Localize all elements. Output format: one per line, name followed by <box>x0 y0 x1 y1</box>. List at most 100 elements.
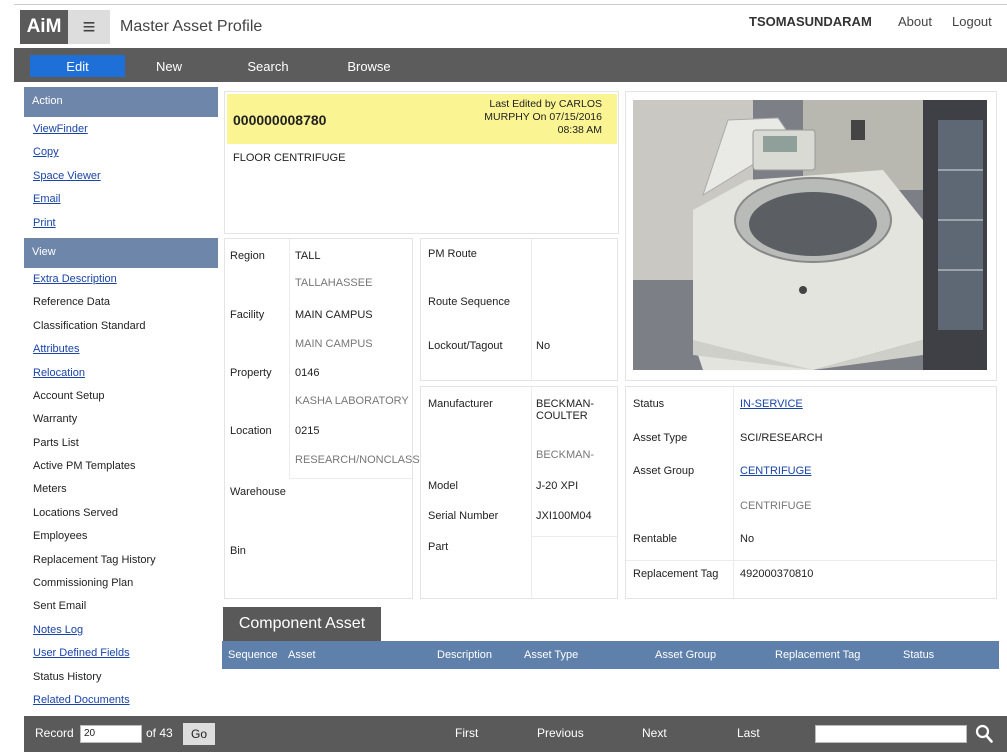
asset-group-label: Asset Group <box>633 465 695 477</box>
column-asset[interactable]: Asset <box>288 649 316 661</box>
browse-button[interactable]: Browse <box>336 55 402 77</box>
warehouse-label: Warehouse <box>230 486 286 498</box>
manufacturer-label: Manufacturer <box>428 398 493 410</box>
sidebar-item-employees[interactable]: Employees <box>24 525 218 548</box>
sidebar-item-classification-standard[interactable]: Classification Standard <box>24 315 218 338</box>
sidebar-item-copy[interactable]: Copy <box>24 141 218 164</box>
username: TSOMASUNDARAM <box>749 14 872 29</box>
component-asset-tab[interactable]: Component Asset <box>223 607 381 641</box>
sidebar-item-warranty[interactable]: Warranty <box>24 408 218 431</box>
go-button[interactable]: Go <box>183 723 215 745</box>
sidebar-item-active-pm-templates[interactable]: Active PM Templates <box>24 455 218 478</box>
status-label: Status <box>633 398 665 410</box>
next-record-button[interactable]: Next <box>642 726 667 740</box>
sidebar-item-status-history[interactable]: Status History <box>24 666 218 689</box>
manufacturer-description: BECKMAN- <box>536 449 595 461</box>
part-label: Part <box>428 541 449 553</box>
record-number-input[interactable]: 20 <box>80 725 142 743</box>
facility-label: Facility <box>230 309 265 321</box>
first-record-button[interactable]: First <box>455 726 478 740</box>
sidebar: Action ViewFinder Copy Space Viewer Emai… <box>24 87 218 716</box>
column-description[interactable]: Description <box>437 649 492 661</box>
asset-number: 000000008780 <box>233 112 327 128</box>
property-label: Property <box>230 367 272 379</box>
serial-number-label: Serial Number <box>428 510 499 522</box>
sidebar-item-user-defined-fields[interactable]: User Defined Fields <box>24 642 218 665</box>
sidebar-item-related-documents[interactable]: Related Documents <box>24 689 218 712</box>
sidebar-item-notes-log[interactable]: Notes Log <box>24 619 218 642</box>
sidebar-item-account-setup[interactable]: Account Setup <box>24 385 218 408</box>
sidebar-item-reference-data[interactable]: Reference Data <box>24 291 218 314</box>
location-values-column <box>289 239 412 479</box>
view-section-header: View <box>24 237 218 268</box>
footer-search-input[interactable] <box>815 725 967 743</box>
asset-group-description: CENTRIFUGE <box>740 500 812 512</box>
sidebar-item-meters[interactable]: Meters <box>24 478 218 501</box>
location-value: 0215 <box>295 425 320 437</box>
sidebar-item-sent-email[interactable]: Sent Email <box>24 595 218 618</box>
location-label: Location <box>230 425 272 437</box>
sidebar-item-replacement-tag-history[interactable]: Replacement Tag History <box>24 549 218 572</box>
hamburger-menu-icon[interactable]: ≡ <box>68 9 110 44</box>
asset-group-link[interactable]: CENTRIFUGE <box>740 465 812 477</box>
sidebar-item-viewfinder[interactable]: ViewFinder <box>24 118 218 141</box>
column-asset-type[interactable]: Asset Type <box>524 649 578 661</box>
route-sequence-label: Route Sequence <box>428 296 510 308</box>
new-button[interactable]: New <box>139 55 199 77</box>
region-label: Region <box>230 250 265 262</box>
lockout-tagout-value: No <box>536 340 551 352</box>
asset-type-value: SCI/RESEARCH <box>740 432 823 444</box>
asset-photo[interactable] <box>633 100 987 370</box>
column-status[interactable]: Status <box>903 649 934 661</box>
logout-link[interactable]: Logout <box>952 14 992 29</box>
bin-label: Bin <box>230 545 246 557</box>
lockout-tagout-label: Lockout/Tagout <box>428 340 503 352</box>
component-asset-table-header: Sequence Asset Description Asset Type As… <box>222 641 999 669</box>
column-sequence[interactable]: Sequence <box>228 649 278 661</box>
sidebar-item-parts-list[interactable]: Parts List <box>24 432 218 455</box>
column-asset-group[interactable]: Asset Group <box>655 649 716 661</box>
sidebar-item-print[interactable]: Print <box>24 212 218 235</box>
sidebar-item-relocation[interactable]: Relocation <box>24 362 218 385</box>
part-divider <box>532 536 617 537</box>
sidebar-item-commissioning-plan[interactable]: Commissioning Plan <box>24 572 218 595</box>
sidebar-item-extra-description[interactable]: Extra Description <box>24 268 218 291</box>
page-title: Master Asset Profile <box>120 17 263 35</box>
facility-description: MAIN CAMPUS <box>295 338 373 350</box>
property-value: 0146 <box>295 367 320 379</box>
last-edited-info: Last Edited by CARLOS MURPHY On 07/15/20… <box>484 98 602 136</box>
column-replacement-tag[interactable]: Replacement Tag <box>775 649 860 661</box>
record-navigation-footer: Record 20 of 43 Go First Previous Next L… <box>24 716 1007 752</box>
replacement-tag-label: Replacement Tag <box>633 568 719 580</box>
search-icon[interactable] <box>975 724 993 744</box>
search-button[interactable]: Search <box>236 55 300 77</box>
record-label: Record <box>35 726 74 740</box>
previous-record-button[interactable]: Previous <box>537 726 584 740</box>
pm-values-column <box>531 239 617 380</box>
serial-number-value: JXI100M04 <box>536 510 592 522</box>
asset-description: FLOOR CENTRIFUGE <box>233 152 346 164</box>
replacement-tag-divider <box>626 560 996 561</box>
edit-button[interactable]: Edit <box>30 55 125 77</box>
aim-logo[interactable]: AiM <box>20 9 68 44</box>
region-value: TALL <box>295 250 321 262</box>
sidebar-item-attributes[interactable]: Attributes <box>24 338 218 361</box>
last-record-button[interactable]: Last <box>737 726 760 740</box>
sidebar-item-space-viewer[interactable]: Space Viewer <box>24 165 218 188</box>
about-link[interactable]: About <box>898 14 932 29</box>
top-nav: Edit New Search Browse <box>14 48 1007 82</box>
action-section-header: Action <box>24 87 218 117</box>
location-description: RESEARCH/NONCLASS <box>295 454 420 466</box>
rentable-label: Rentable <box>633 533 678 545</box>
model-value: J-20 XPI <box>536 480 579 492</box>
facility-value: MAIN CAMPUS <box>295 309 373 321</box>
sidebar-item-locations-served[interactable]: Locations Served <box>24 502 218 525</box>
model-label: Model <box>428 480 458 492</box>
status-values-column <box>733 387 996 598</box>
region-description: TALLAHASSEE <box>295 277 373 289</box>
status-link[interactable]: IN-SERVICE <box>740 398 803 410</box>
record-total: of 43 <box>146 726 173 740</box>
manufacturer-value: BECKMAN-COULTER <box>536 398 595 422</box>
pm-route-label: PM Route <box>428 248 477 260</box>
sidebar-item-email[interactable]: Email <box>24 188 218 211</box>
